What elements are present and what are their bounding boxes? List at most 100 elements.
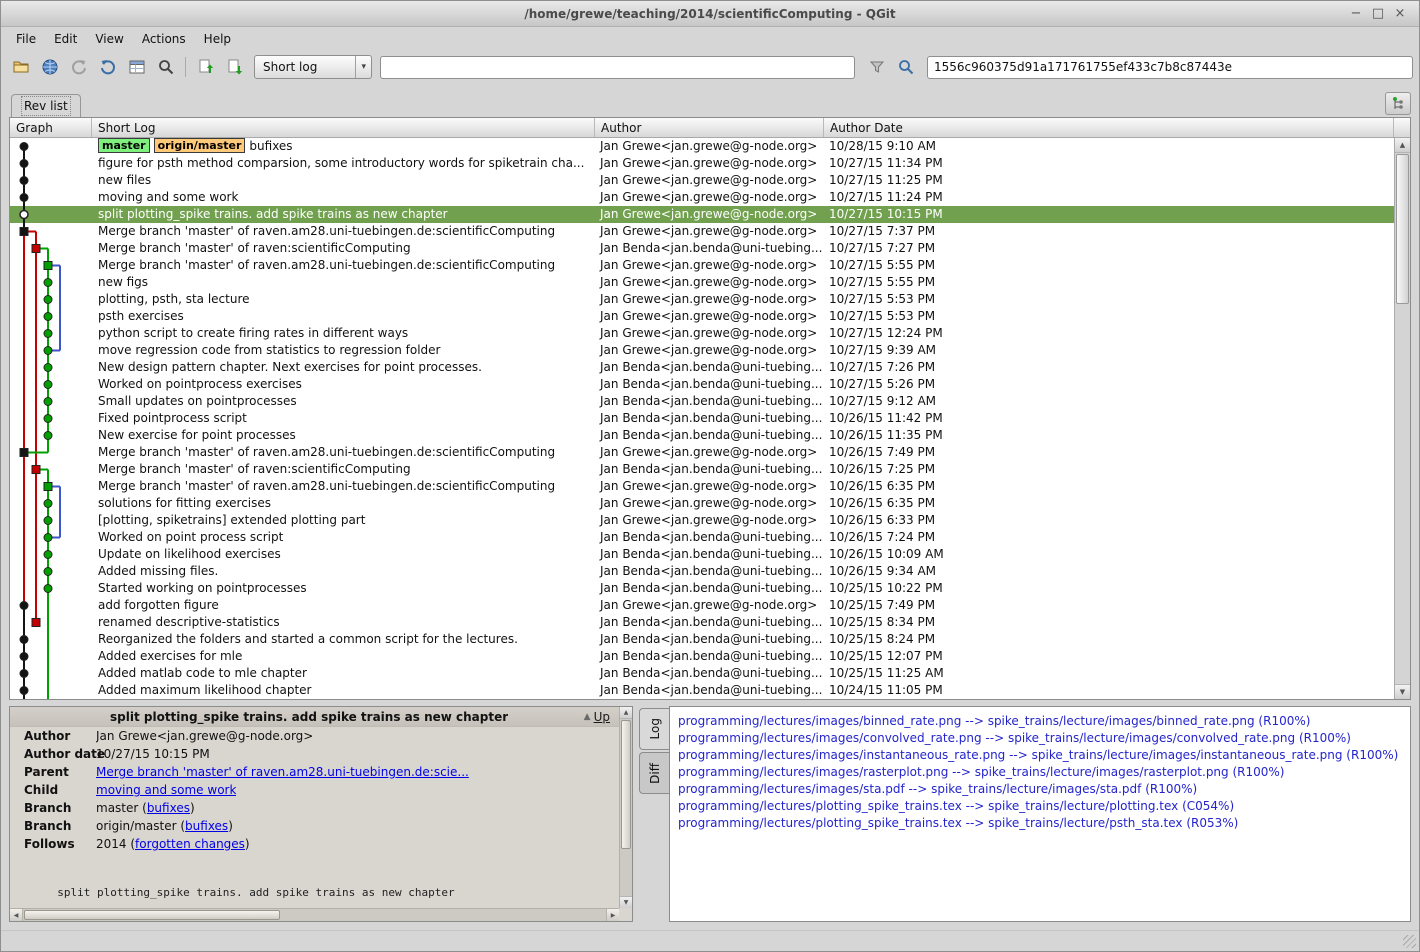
- commit-graph: [10, 342, 92, 359]
- scroll-left-icon[interactable]: ◀: [10, 909, 23, 921]
- file-rename-entry[interactable]: programming/lectures/plotting_spike_trai…: [678, 798, 1402, 815]
- cell-date: 10/25/15 7:49 PM: [824, 597, 1410, 614]
- table-row[interactable]: renamed descriptive-statisticsJan Benda<…: [10, 614, 1410, 631]
- commit-graph: [10, 614, 92, 631]
- table-row[interactable]: Merge branch 'master' of raven.am28.uni-…: [10, 257, 1410, 274]
- scrollbar-thumb[interactable]: [1396, 154, 1409, 304]
- tab-rev-list[interactable]: Rev list: [11, 94, 81, 118]
- scrollbar-thumb[interactable]: [24, 910, 280, 920]
- table-row[interactable]: python script to create firing rates in …: [10, 325, 1410, 342]
- table-row[interactable]: Worked on point process scriptJan Benda<…: [10, 529, 1410, 546]
- table-row[interactable]: New design pattern chapter. Next exercis…: [10, 359, 1410, 376]
- close-button[interactable]: ×: [1389, 6, 1411, 21]
- details-vertical-scrollbar[interactable]: ▲ ▼: [619, 707, 632, 908]
- table-row[interactable]: Added exercises for mleJan Benda<jan.ben…: [10, 648, 1410, 665]
- cell-date: 10/26/15 6:35 PM: [824, 478, 1410, 495]
- table-row[interactable]: Merge branch 'master' of raven.am28.uni-…: [10, 444, 1410, 461]
- table-row[interactable]: Started working on pointprocessesJan Ben…: [10, 580, 1410, 597]
- up-button[interactable]: ▲ Up: [584, 707, 610, 727]
- file-rename-entry[interactable]: programming/lectures/images/convolved_ra…: [678, 730, 1402, 747]
- file-rename-entry[interactable]: programming/lectures/images/binned_rate.…: [678, 713, 1402, 730]
- table-row[interactable]: New exercise for point processesJan Bend…: [10, 427, 1410, 444]
- menu-help[interactable]: Help: [195, 29, 240, 49]
- table-row[interactable]: masterorigin/masterbufixesJan Grewe<jan.…: [10, 138, 1410, 155]
- scroll-down-icon[interactable]: ▼: [620, 896, 632, 908]
- refresh-button[interactable]: [36, 54, 63, 81]
- format-patch-button[interactable]: [192, 54, 219, 81]
- tree-view-button[interactable]: [1385, 92, 1411, 115]
- table-row[interactable]: split plotting_spike trains. add spike t…: [10, 206, 1410, 223]
- back-button[interactable]: [65, 54, 92, 81]
- scroll-down-icon[interactable]: ▼: [1395, 684, 1410, 699]
- column-header-short-log[interactable]: Short Log: [92, 118, 595, 137]
- file-rename-entry[interactable]: programming/lectures/images/instantaneou…: [678, 747, 1402, 764]
- table-row[interactable]: Reorganized the folders and started a co…: [10, 631, 1410, 648]
- scrollbar-thumb[interactable]: [621, 720, 631, 849]
- maximize-button[interactable]: □: [1367, 6, 1389, 21]
- cell-date: 10/25/15 10:22 PM: [824, 580, 1410, 597]
- table-row[interactable]: add forgotten figureJan Grewe<jan.grewe@…: [10, 597, 1410, 614]
- view-mode-select[interactable]: Short log ▾: [254, 55, 372, 79]
- table-row[interactable]: Update on likelihood exercisesJan Benda<…: [10, 546, 1410, 563]
- column-header-author[interactable]: Author: [595, 118, 824, 137]
- detail-field-value: master (bufixes): [96, 799, 195, 817]
- menu-file[interactable]: File: [7, 29, 45, 49]
- table-row[interactable]: new figsJan Grewe<jan.grewe@g-node.org>1…: [10, 274, 1410, 291]
- column-header-graph[interactable]: Graph: [10, 118, 92, 137]
- menu-view[interactable]: View: [86, 29, 132, 49]
- file-rename-entry[interactable]: programming/lectures/images/rasterplot.p…: [678, 764, 1402, 781]
- table-row[interactable]: Fixed pointprocess scriptJan Benda<jan.b…: [10, 410, 1410, 427]
- commit-message: split plotting_spike trains. add spike t…: [10, 886, 618, 907]
- detail-link[interactable]: moving and some work: [96, 783, 236, 797]
- resize-grip[interactable]: [1403, 935, 1416, 948]
- tab-log[interactable]: Log: [639, 708, 669, 750]
- details-horizontal-scrollbar[interactable]: ◀ ▶: [10, 908, 619, 921]
- table-row[interactable]: psth exercisesJan Grewe<jan.grewe@g-node…: [10, 308, 1410, 325]
- highlight-search-button[interactable]: [892, 54, 919, 81]
- open-repo-button[interactable]: [7, 54, 34, 81]
- table-row[interactable]: Merge branch 'master' of raven.am28.uni-…: [10, 478, 1410, 495]
- table-row[interactable]: new filesJan Grewe<jan.grewe@g-node.org>…: [10, 172, 1410, 189]
- menu-edit[interactable]: Edit: [45, 29, 86, 49]
- sha-input[interactable]: [927, 56, 1413, 79]
- detail-link[interactable]: forgotten changes: [135, 837, 245, 851]
- table-row[interactable]: Added matlab code to mle chapterJan Bend…: [10, 665, 1410, 682]
- file-rename-entry[interactable]: programming/lectures/images/sta.pdf --> …: [678, 781, 1402, 798]
- detail-link[interactable]: bufixes: [147, 801, 190, 815]
- find-button[interactable]: [152, 54, 179, 81]
- cell-short-log: Reorganized the folders and started a co…: [92, 631, 595, 648]
- forward-button[interactable]: [94, 54, 121, 81]
- table-row[interactable]: moving and some workJan Grewe<jan.grewe@…: [10, 189, 1410, 206]
- table-row[interactable]: Added maximum likelihood chapterJan Bend…: [10, 682, 1410, 699]
- table-row[interactable]: Merge branch 'master' of raven:scientifi…: [10, 240, 1410, 257]
- menu-actions[interactable]: Actions: [133, 29, 195, 49]
- file-rename-entry[interactable]: programming/lectures/plotting_spike_trai…: [678, 815, 1402, 832]
- rev-list-scrollbar[interactable]: ▲ ▼: [1394, 138, 1410, 699]
- cell-short-log: psth exercises: [92, 308, 595, 325]
- table-row[interactable]: plotting, psth, sta lectureJan Grewe<jan…: [10, 291, 1410, 308]
- scroll-up-icon[interactable]: ▲: [620, 707, 632, 719]
- table-row[interactable]: Worked on pointprocess exercisesJan Bend…: [10, 376, 1410, 393]
- tab-diff[interactable]: Diff: [639, 752, 669, 794]
- table-row[interactable]: solutions for fitting exercisesJan Grewe…: [10, 495, 1410, 512]
- table-row[interactable]: figure for psth method comparsion, some …: [10, 155, 1410, 172]
- cell-author: Jan Grewe<jan.grewe@g-node.org>: [595, 223, 824, 240]
- table-row[interactable]: Added missing files.Jan Benda<jan.benda@…: [10, 563, 1410, 580]
- filter-button[interactable]: [863, 54, 890, 81]
- apply-patch-button[interactable]: [221, 54, 248, 81]
- table-row[interactable]: move regression code from statistics to …: [10, 342, 1410, 359]
- cell-graph: [10, 563, 92, 580]
- filter-input[interactable]: [380, 56, 855, 79]
- view-revision-button[interactable]: [123, 54, 150, 81]
- table-row[interactable]: [plotting, spiketrains] extended plottin…: [10, 512, 1410, 529]
- scroll-right-icon[interactable]: ▶: [606, 909, 619, 921]
- minimize-button[interactable]: −: [1345, 6, 1367, 21]
- cell-graph: [10, 648, 92, 665]
- detail-link[interactable]: Merge branch 'master' of raven.am28.uni-…: [96, 765, 469, 779]
- detail-link[interactable]: bufixes: [185, 819, 228, 833]
- table-row[interactable]: Small updates on pointprocessesJan Benda…: [10, 393, 1410, 410]
- scroll-up-icon[interactable]: ▲: [1395, 138, 1410, 153]
- table-row[interactable]: Merge branch 'master' of raven.am28.uni-…: [10, 223, 1410, 240]
- table-row[interactable]: Merge branch 'master' of raven:scientifi…: [10, 461, 1410, 478]
- column-header-author-date[interactable]: Author Date: [824, 118, 1394, 137]
